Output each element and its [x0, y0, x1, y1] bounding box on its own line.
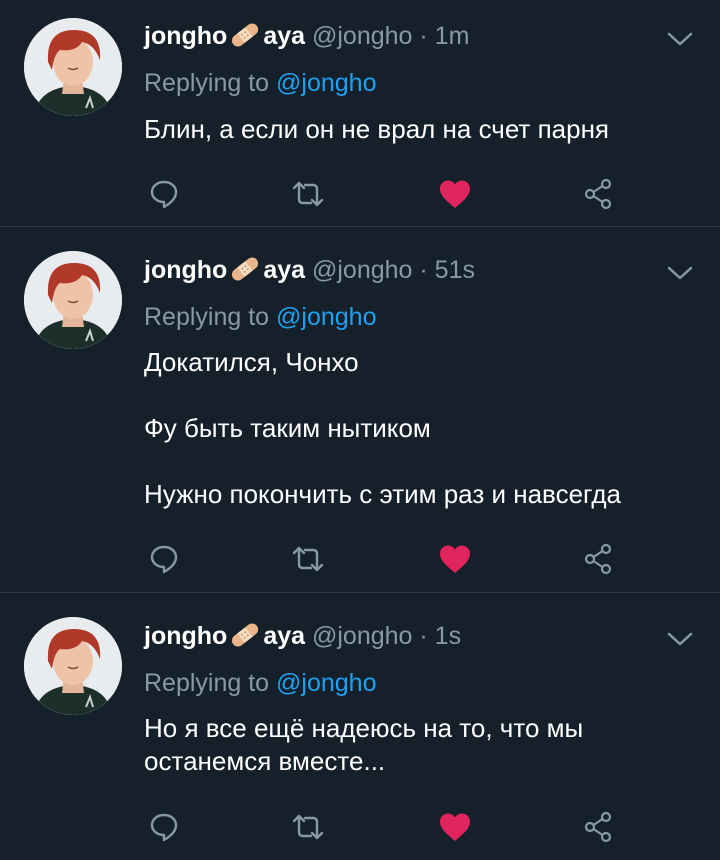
like-button[interactable] — [435, 174, 475, 214]
tweet-line: Фу быть таким нытиком — [144, 413, 431, 443]
tweet-line: Но я все ещё надеюсь на то, что мы остан… — [144, 713, 584, 776]
reply-button[interactable] — [144, 174, 184, 214]
timestamp[interactable]: 1m — [435, 22, 470, 50]
retweet-icon — [292, 546, 324, 572]
retweet-icon — [292, 814, 324, 840]
share-button[interactable] — [578, 807, 618, 847]
reply-button[interactable] — [144, 807, 184, 847]
share-button[interactable] — [578, 174, 618, 214]
bandage-icon — [229, 22, 261, 55]
tweet[interactable]: jongho aya @jongho · 1m Replying to @jong… — [0, 0, 720, 226]
bandage-icon — [229, 256, 261, 289]
handle[interactable]: @jongho — [312, 256, 412, 284]
tweet-header: jongho aya @jongho · 1m — [144, 21, 469, 55]
tweet-text: Блин, а если он не врал на счет парня — [144, 113, 704, 146]
tweet-text: Докатился, Чонхо Фу быть таким нытиком Н… — [144, 346, 704, 511]
chevron-down-icon[interactable] — [666, 264, 694, 287]
replying-to: Replying to @jongho — [144, 302, 376, 332]
replying-to: Replying to @jongho — [144, 68, 376, 98]
tweet-line: Докатился, Чонхо — [144, 347, 359, 377]
share-button[interactable] — [578, 539, 618, 579]
avatar[interactable] — [24, 617, 122, 715]
like-button[interactable] — [435, 539, 475, 579]
tweet-actions — [144, 174, 644, 214]
tweet-text: Но я все ещё надеюсь на то, что мы остан… — [144, 712, 624, 778]
handle[interactable]: @jongho — [312, 22, 412, 50]
mention-link[interactable]: @jongho — [276, 303, 376, 331]
tweet-line: Нужно покончить с этим раз и навсегда — [144, 479, 621, 509]
timestamp[interactable]: 1s — [435, 622, 461, 650]
avatar[interactable] — [24, 251, 122, 349]
separator-dot: · — [419, 22, 428, 50]
heart-icon — [440, 180, 470, 208]
tweet-actions — [144, 539, 644, 579]
replying-to-label: Replying to — [144, 669, 277, 697]
chevron-down-icon[interactable] — [666, 630, 694, 653]
reply-icon — [150, 180, 178, 209]
reply-button[interactable] — [144, 539, 184, 579]
share-icon — [584, 543, 612, 575]
timestamp[interactable]: 51s — [435, 256, 475, 284]
mention-link[interactable]: @jongho — [276, 69, 376, 97]
heart-icon — [440, 545, 470, 573]
like-button[interactable] — [435, 807, 475, 847]
retweet-button[interactable] — [288, 807, 328, 847]
replying-to-label: Replying to — [144, 303, 277, 331]
tweet-header: jongho aya @jongho · 1s — [144, 621, 461, 655]
heart-icon — [440, 813, 470, 841]
reply-icon — [150, 813, 178, 842]
reply-icon — [150, 545, 178, 574]
share-icon — [584, 178, 612, 210]
replying-to-label: Replying to — [144, 69, 277, 97]
avatar[interactable] — [24, 18, 122, 116]
tweet-actions — [144, 807, 644, 847]
replying-to: Replying to @jongho — [144, 668, 376, 698]
handle[interactable]: @jongho — [312, 622, 412, 650]
display-name[interactable]: jongho aya — [144, 256, 305, 284]
mention-link[interactable]: @jongho — [276, 669, 376, 697]
tweet-line: Блин, а если он не врал на счет парня — [144, 114, 610, 144]
bandage-icon — [229, 622, 261, 655]
separator-dot: · — [419, 256, 428, 284]
retweet-button[interactable] — [288, 174, 328, 214]
separator-dot: · — [419, 622, 428, 650]
retweet-button[interactable] — [288, 539, 328, 579]
display-name[interactable]: jongho aya — [144, 22, 305, 50]
tweet[interactable]: jongho aya @jongho · 51s Replying to @jon… — [0, 227, 720, 592]
tweet-header: jongho aya @jongho · 51s — [144, 255, 475, 289]
share-icon — [584, 811, 612, 843]
tweet[interactable]: jongho aya @jongho · 1s Replying to @jong… — [0, 593, 720, 860]
chevron-down-icon[interactable] — [666, 30, 694, 53]
retweet-icon — [292, 181, 324, 207]
display-name[interactable]: jongho aya — [144, 622, 305, 650]
